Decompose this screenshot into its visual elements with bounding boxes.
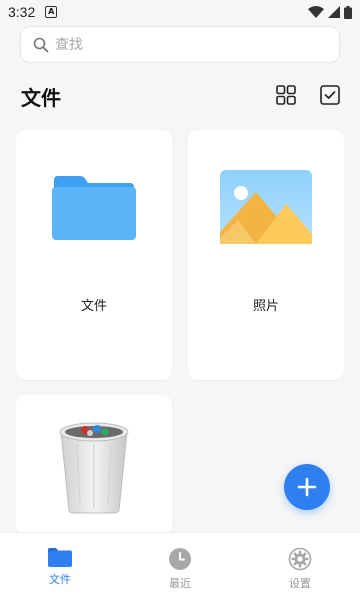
status-bar: 3:32 A [0, 0, 360, 24]
photo-icon [220, 170, 312, 244]
search-icon [33, 37, 49, 52]
status-icons [308, 5, 352, 19]
clock-icon [169, 548, 191, 570]
battery-icon [344, 5, 352, 19]
search-bar[interactable] [20, 26, 340, 63]
checkbox-icon [320, 85, 340, 105]
nav-item-settings[interactable]: 设置 [240, 533, 360, 600]
card-label: 文件 [80, 299, 107, 314]
plus-icon [297, 477, 317, 497]
page-title: 文件 [21, 86, 61, 110]
status-time: 3:32 [8, 4, 36, 20]
trash-card[interactable] [16, 395, 172, 535]
gear-icon [288, 547, 312, 571]
nav-label: 文件 [49, 573, 71, 586]
nav-item-recent[interactable]: 最近 [120, 533, 240, 600]
add-button[interactable] [284, 464, 330, 510]
nav-label: 设置 [289, 577, 311, 590]
folder-icon [48, 548, 72, 567]
nav-label: 最近 [169, 577, 191, 590]
files-card[interactable]: 文件 [16, 130, 172, 380]
search-input[interactable] [55, 36, 315, 53]
wifi-icon [308, 6, 324, 18]
photos-card[interactable]: 照片 [188, 130, 344, 380]
nav-item-files[interactable]: 文件 [0, 533, 120, 600]
folder-icon [52, 176, 136, 240]
card-label: 照片 [252, 299, 279, 314]
select-button[interactable] [318, 83, 342, 107]
grid-icon [276, 85, 296, 105]
notification-icon: A [45, 6, 58, 18]
bottom-nav: 文件 最近 设置 [0, 532, 360, 600]
grid-view-button[interactable] [274, 83, 298, 107]
trash-icon [59, 422, 129, 514]
signal-icon [328, 6, 340, 18]
